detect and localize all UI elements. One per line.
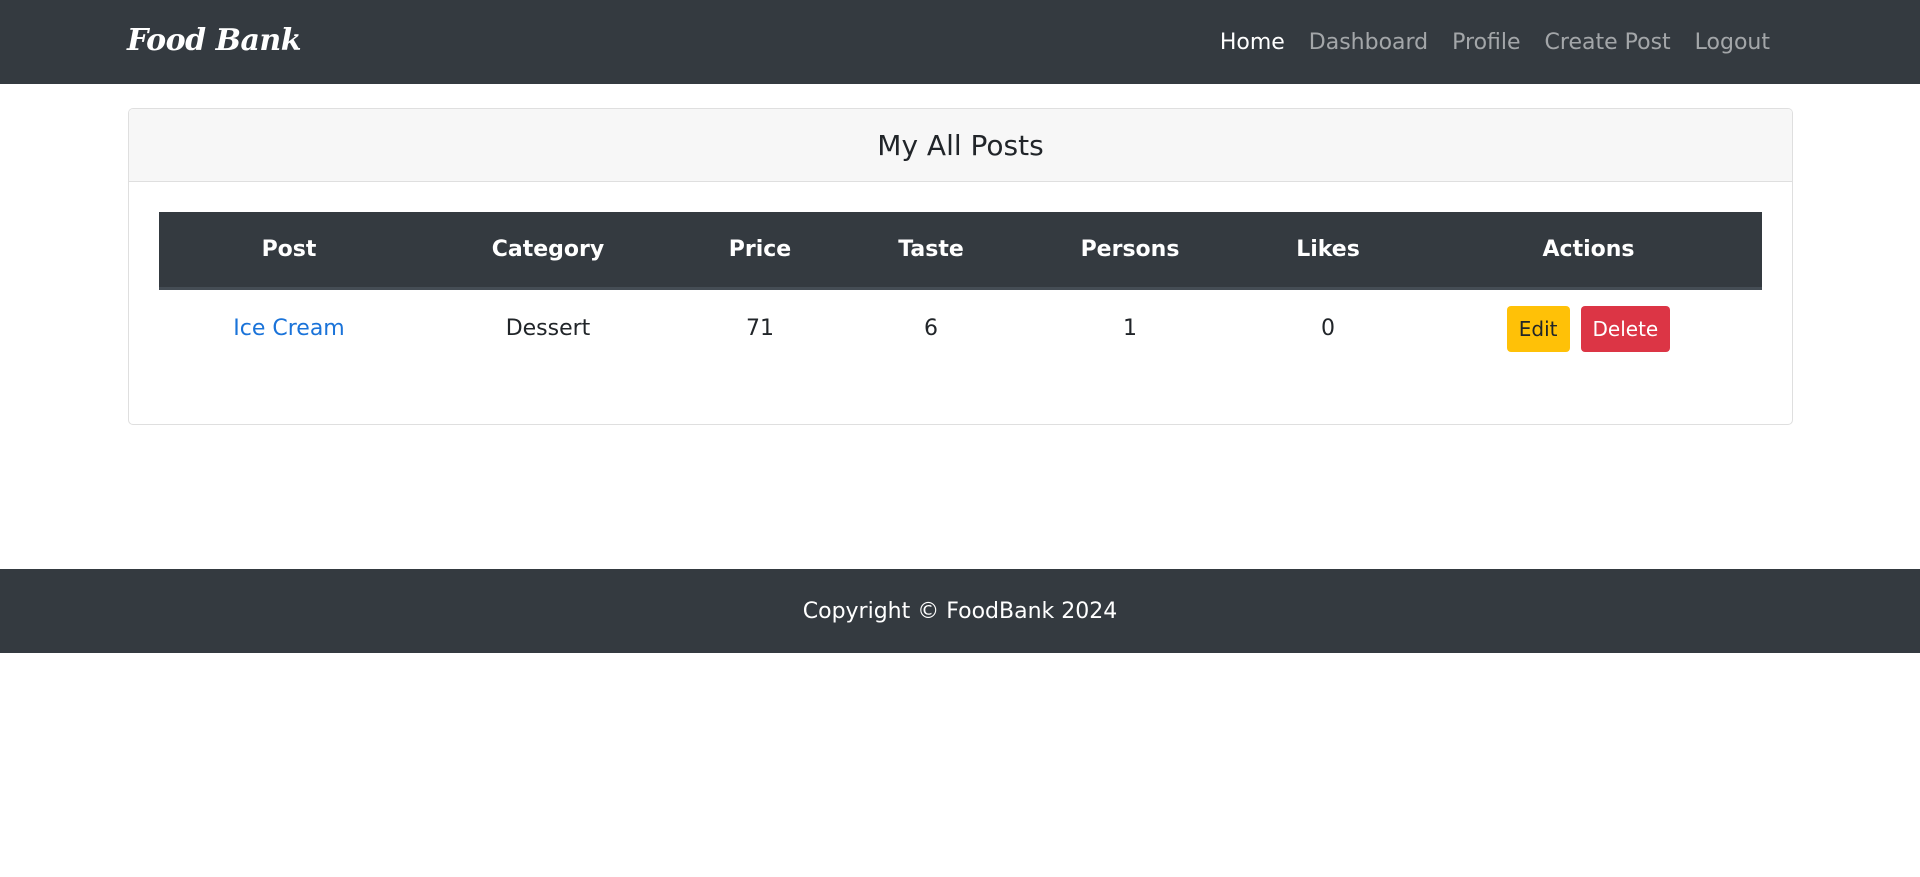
card-header: My All Posts (129, 109, 1792, 182)
cell-price: 71 (746, 316, 774, 342)
copyright-text: Copyright © FoodBank 2024 (802, 598, 1118, 624)
nav-links: Home Dashboard Profile Create Post Logou… (1208, 0, 1782, 84)
cell-persons: 1 (1123, 316, 1137, 342)
column-header-persons: Persons (1019, 212, 1241, 290)
nav-link-profile[interactable]: Profile (1440, 30, 1532, 55)
column-header-price: Price (677, 212, 843, 290)
top-navbar: Food Bank Home Dashboard Profile Create … (0, 0, 1920, 84)
table-header-row: Post Category Price Taste Persons Likes … (159, 212, 1762, 290)
column-header-actions: Actions (1415, 212, 1762, 290)
nav-link-dashboard[interactable]: Dashboard (1297, 30, 1440, 55)
cell-category: Dessert (505, 316, 591, 342)
cell-taste: 6 (924, 316, 938, 342)
table-row: Ice Cream Dessert 71 6 1 0 Edit Delete (159, 288, 1762, 368)
cell-post: Ice Cream (159, 288, 419, 368)
column-header-taste: Taste (843, 212, 1019, 290)
page-title: My All Posts (877, 128, 1044, 162)
column-header-post: Post (159, 212, 419, 290)
posts-table: Post Category Price Taste Persons Likes … (159, 212, 1762, 368)
column-header-likes: Likes (1241, 212, 1415, 290)
nav-link-create-post[interactable]: Create Post (1533, 30, 1683, 55)
edit-button[interactable]: Edit (1506, 305, 1570, 352)
brand-logo[interactable]: Food Bank (127, 19, 302, 63)
posts-card: My All Posts Post Category Price Taste P… (128, 108, 1793, 425)
cell-likes: 0 (1321, 316, 1335, 342)
nav-link-home[interactable]: Home (1208, 30, 1297, 55)
cell-actions: Edit Delete (1415, 288, 1762, 368)
post-title-link[interactable]: Ice Cream (233, 316, 344, 341)
nav-link-logout[interactable]: Logout (1683, 30, 1782, 55)
page-footer: Copyright © FoodBank 2024 (0, 569, 1920, 653)
delete-button[interactable]: Delete (1580, 305, 1671, 352)
column-header-category: Category (419, 212, 677, 290)
